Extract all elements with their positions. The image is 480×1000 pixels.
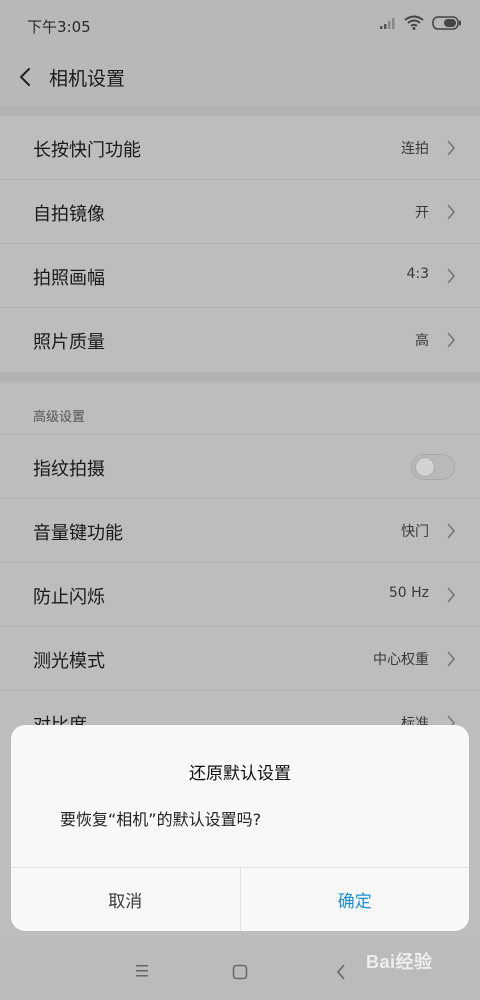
setting-photo-quality[interactable]: 照片质量 高 (0, 308, 480, 372)
chevron-right-icon (447, 651, 456, 667)
baidu-jingyan-watermark: Bai经验 (366, 952, 433, 972)
setting-label: 长按快门功能 (33, 140, 141, 161)
setting-value: 4:3 (406, 266, 429, 282)
nav-back-icon[interactable] (335, 963, 347, 981)
setting-value: 连拍 (401, 141, 429, 157)
chevron-right-icon (447, 587, 456, 603)
menu-icon[interactable] (134, 964, 150, 978)
chevron-right-icon (447, 332, 456, 348)
setting-aspect-ratio[interactable]: 拍照画幅 4:3 (0, 244, 480, 308)
back-arrow-icon[interactable] (16, 64, 36, 90)
setting-anti-flicker[interactable]: 防止闪烁 50 Hz (0, 563, 480, 627)
setting-shutter-long-press[interactable]: 长按快门功能 连拍 (0, 116, 480, 180)
section-header-row: 高级设置 (0, 382, 480, 435)
wifi-icon (404, 15, 424, 30)
setting-value: 50 Hz (388, 585, 429, 601)
setting-value: 快门 (401, 524, 429, 540)
fingerprint-toggle[interactable] (411, 454, 455, 480)
setting-label: 照片质量 (33, 332, 105, 353)
chevron-right-icon (447, 204, 456, 220)
status-bar: 下午3:05 (0, 0, 480, 48)
advanced-settings-group: 高级设置 指纹拍摄 音量键功能 快门 防止闪烁 50 Hz 测光模式 中心权重 … (0, 382, 480, 755)
status-icons (380, 15, 462, 30)
setting-metering-mode[interactable]: 测光模式 中心权重 (0, 627, 480, 691)
section-header: 高级设置 (33, 410, 86, 425)
chevron-right-icon (447, 268, 456, 284)
basic-settings-group: 长按快门功能 连拍 自拍镜像 开 拍照画幅 4:3 照片质量 高 (0, 116, 480, 372)
setting-label: 指纹拍摄 (33, 459, 105, 480)
setting-value: 高 (415, 333, 429, 349)
setting-label: 自拍镜像 (33, 204, 105, 225)
setting-fingerprint-shot[interactable]: 指纹拍摄 (0, 435, 480, 499)
setting-label: 音量键功能 (33, 523, 123, 544)
cancel-button[interactable]: 取消 (11, 868, 240, 931)
setting-selfie-mirror[interactable]: 自拍镜像 开 (0, 180, 480, 244)
dialog-button-bar: 取消 确定 (11, 867, 469, 931)
setting-value: 中心权重 (373, 652, 429, 668)
app-bar: 相机设置 (0, 48, 480, 106)
dialog-message: 要恢复“相机”的默认设置吗? (60, 810, 262, 829)
setting-label: 测光模式 (33, 651, 105, 672)
section-divider (0, 106, 480, 116)
status-time: 下午3:05 (27, 18, 91, 36)
setting-value: 开 (415, 205, 429, 221)
chevron-right-icon (447, 140, 456, 156)
settings-list: 长按快门功能 连拍 自拍镜像 开 拍照画幅 4:3 照片质量 高 高级设置 指纹… (0, 116, 480, 755)
battery-icon (432, 15, 461, 30)
setting-label: 拍照画幅 (33, 268, 105, 289)
confirm-button[interactable]: 确定 (239, 868, 470, 931)
chevron-right-icon (447, 523, 456, 539)
setting-label: 防止闪烁 (33, 587, 105, 608)
reset-defaults-dialog: 还原默认设置 要恢复“相机”的默认设置吗? 取消 确定 (11, 725, 469, 931)
signal-icon (380, 17, 395, 29)
home-icon[interactable] (232, 964, 248, 980)
setting-volume-key[interactable]: 音量键功能 快门 (0, 499, 480, 563)
toggle-knob (415, 457, 435, 477)
dialog-title: 还原默认设置 (189, 764, 291, 784)
page-title: 相机设置 (49, 68, 126, 90)
section-divider (0, 372, 480, 382)
